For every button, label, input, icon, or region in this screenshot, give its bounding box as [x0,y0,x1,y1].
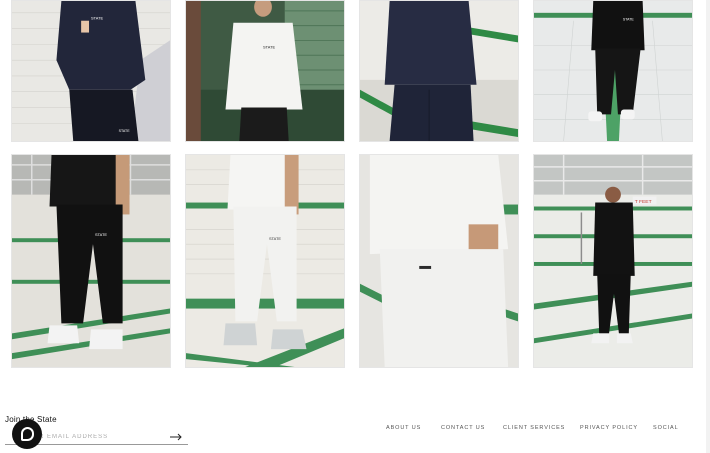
site-footer: Join the State ABOUT US CONTACT US CLIEN… [0,405,710,453]
product-photo-3[interactable] [359,0,519,142]
footer-link-contact-us[interactable]: CONTACT US [441,425,485,431]
pool-depth-sign: T FEET [635,199,652,205]
sweatshirt-logo-text: STATE [623,18,635,22]
jogger-logo-text: STATE [269,236,281,241]
product-photo-2[interactable]: STATE [185,0,345,142]
photo-black-tshirt-pool: T FEET [534,155,692,367]
photo-white-tshirt-joggers: STATE [186,155,344,367]
footer-link-client-services[interactable]: CLIENT SERVICES [503,425,565,431]
photo-black-tshirt-joggers: STATE [12,155,170,367]
jogger-logo-text: STATE [95,232,107,237]
footer-links: ABOUT US CONTACT US CLIENT SERVICES PRIV… [0,425,710,437]
footer-link-privacy-policy[interactable]: PRIVACY POLICY [580,425,638,431]
product-photo-7[interactable] [359,154,519,368]
photo-white-closeup [360,155,518,367]
photo-white-hoodie: STATE [186,1,344,141]
product-photo-8[interactable]: T FEET [533,154,693,368]
photo-navy-closeup [360,1,518,141]
product-photo-1[interactable]: STATE STATE [11,0,171,142]
hoodie-logo-text: STATE [263,44,275,49]
product-photo-6[interactable]: STATE [185,154,345,368]
jogger-logo-text: STATE [119,129,131,133]
product-photo-5[interactable]: STATE [11,154,171,368]
footer-link-social[interactable]: SOCIAL [653,425,679,431]
footer-link-about-us[interactable]: ABOUT US [386,425,421,431]
lookbook-grid: STATE STATE STATE STATE STATE STATE T FE… [0,0,710,370]
hoodie-logo-text: STATE [91,16,103,21]
photo-navy-hoodie: STATE STATE [12,1,170,141]
product-photo-4[interactable]: STATE [533,0,693,142]
photo-black-sweatshirt: STATE [534,1,692,141]
scrollbar-track[interactable] [706,0,710,453]
